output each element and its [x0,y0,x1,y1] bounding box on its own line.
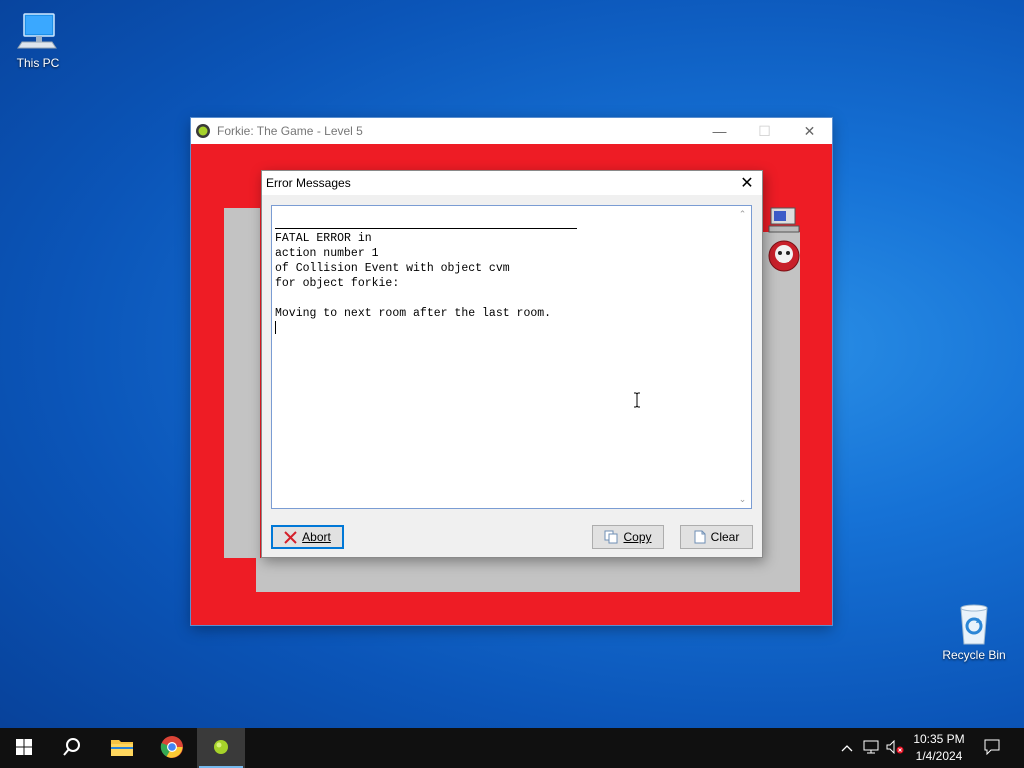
blank-page-icon [694,530,706,544]
game-maker-gear-icon [195,123,211,139]
volume-tray-button[interactable] [884,728,906,768]
minimize-button[interactable]: — [697,118,742,144]
abort-button-label: Abort [302,530,331,544]
wall-block-left [224,208,260,558]
dialog-close-button[interactable]: ✕ [732,171,762,195]
error-messages-dialog[interactable]: Error Messages ✕ FATAL ERROR in action n… [261,170,763,558]
error-message-text: FATAL ERROR in action number 1 of Collis… [275,214,731,336]
game-maker-gear-icon [209,735,233,762]
copy-icon [604,530,618,544]
show-hidden-icons-button[interactable] [838,728,856,768]
notification-icon [984,739,1000,758]
separator-line [275,228,577,229]
text-caret [275,321,276,335]
clear-button[interactable]: Clear [680,525,753,549]
dialog-titlebar[interactable]: Error Messages ✕ [262,171,762,195]
vertical-scrollbar[interactable]: ⌃ ⌄ [734,206,751,508]
search-button[interactable] [48,728,96,768]
computer-sprite-icon [767,206,801,237]
scroll-up-arrow-icon[interactable]: ⌃ [738,210,747,219]
clock-date: 1/4/2024 [915,749,963,763]
abort-button[interactable]: Abort [271,525,344,549]
network-icon [863,740,879,757]
desktop-icon-label: This PC [16,56,60,70]
desktop-icon-label: Recycle Bin [942,648,1006,662]
windows-logo-icon [16,738,32,758]
error-message-textarea[interactable]: FATAL ERROR in action number 1 of Collis… [271,205,752,509]
error-line: for object forkie: [275,277,400,290]
copy-button-label: Copy [623,530,652,544]
monitor-icon [16,10,60,54]
taskbar-file-explorer[interactable] [98,728,146,768]
clock-time: 10:35 PM [913,732,965,746]
red-x-icon [284,530,297,544]
close-button[interactable]: ✕ [787,118,832,144]
wall-block-right [760,232,800,592]
network-tray-button[interactable] [860,728,882,768]
game-window-titlebar[interactable]: Forkie: The Game - Level 5 — ☐ ✕ [191,118,832,144]
wall-block-bottom [256,558,800,592]
recycle-bin-icon [952,602,996,646]
taskbar: 10:35 PM 1/4/2024 [0,728,1024,768]
error-line: of Collision Event with object cvm [275,262,510,275]
search-icon [62,737,82,760]
error-line: Moving to next room after the last room. [275,307,552,320]
chrome-icon [160,735,184,762]
skull-sprite-icon [767,239,801,276]
action-center-button[interactable] [978,728,1006,768]
folder-icon [110,737,134,760]
error-line: FATAL ERROR in [275,232,372,245]
ibeam-cursor-icon [633,392,641,408]
error-line: action number 1 [275,247,379,260]
desktop-icon-recycle-bin[interactable]: Recycle Bin [938,602,1010,662]
copy-button[interactable]: Copy [592,525,664,549]
dialog-title: Error Messages [266,176,351,190]
taskbar-clock[interactable]: 10:35 PM 1/4/2024 [904,731,974,765]
chevron-up-icon [841,741,853,755]
game-window-title: Forkie: The Game - Level 5 [217,124,363,138]
clear-button-label: Clear [710,530,740,544]
maximize-button: ☐ [758,122,771,139]
start-button[interactable] [0,728,48,768]
taskbar-chrome[interactable] [148,728,196,768]
volume-muted-icon [886,739,904,757]
taskbar-game-maker[interactable] [197,728,245,768]
scroll-down-arrow-icon[interactable]: ⌄ [738,495,747,504]
desktop-icon-this-pc[interactable]: This PC [2,10,74,70]
